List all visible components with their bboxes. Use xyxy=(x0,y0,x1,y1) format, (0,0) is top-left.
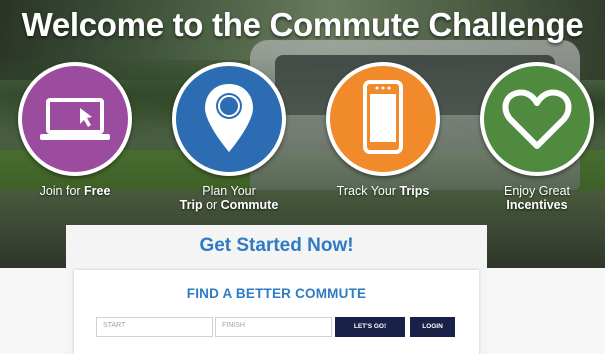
feature-incentives-caption: Enjoy Great Incentives xyxy=(472,184,602,212)
feature-plan-caption: Plan Your Trip or Commute xyxy=(164,184,294,212)
caption-bold: Trip xyxy=(179,198,203,212)
feature-plan[interactable]: Plan Your Trip or Commute xyxy=(164,62,294,212)
caption-bold: Incentives xyxy=(506,198,568,212)
page-headline: Welcome to the Commute Challenge xyxy=(21,6,584,43)
get-started-title: Get Started Now! xyxy=(199,235,354,256)
feature-join[interactable]: Join for Free xyxy=(10,62,140,198)
feature-join-circle[interactable] xyxy=(18,62,132,176)
feature-join-caption: Join for Free xyxy=(10,184,140,198)
caption-bold: Commute xyxy=(220,198,279,212)
commute-search-card: FIND A BETTER COMMUTE START FINISH LET'S… xyxy=(74,270,479,354)
caption-text: Track Your xyxy=(336,184,400,198)
smartphone-icon xyxy=(363,80,403,154)
caption-text: Enjoy Great xyxy=(503,184,570,198)
caption-bold: Free xyxy=(84,184,111,198)
caption-bold: Trips xyxy=(399,184,430,198)
map-pin-icon xyxy=(205,84,253,152)
feature-track-caption: Track Your Trips xyxy=(318,184,448,198)
feature-incentives[interactable]: Enjoy Great Incentives xyxy=(472,62,602,212)
feature-incentives-circle[interactable] xyxy=(480,62,594,176)
heart-icon xyxy=(502,89,572,149)
feature-track[interactable]: Track Your Trips xyxy=(318,62,448,198)
lets-go-button[interactable]: LET'S GO! xyxy=(335,317,405,337)
laptop-icon xyxy=(40,98,110,140)
feature-track-circle[interactable] xyxy=(326,62,440,176)
caption-text: or xyxy=(202,198,221,212)
commute-search-heading: FIND A BETTER COMMUTE xyxy=(186,286,367,301)
login-button[interactable]: LOGIN xyxy=(410,317,455,337)
start-input[interactable]: START xyxy=(96,317,213,337)
caption-text: Join for xyxy=(39,184,85,198)
finish-input[interactable]: FINISH xyxy=(215,317,332,337)
caption-text: Plan Your xyxy=(202,184,256,198)
feature-plan-circle[interactable] xyxy=(172,62,286,176)
